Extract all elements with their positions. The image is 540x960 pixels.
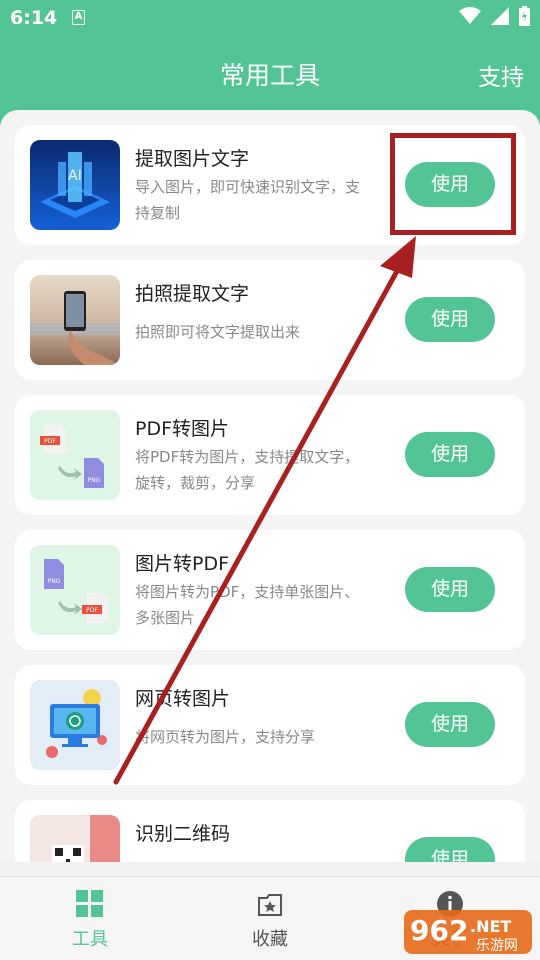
grid-icon — [76, 890, 103, 917]
watermark-suffix: .NET — [470, 917, 511, 936]
star-folder-icon — [258, 894, 282, 916]
nav-favorites[interactable]: 收藏 — [215, 887, 325, 951]
watermark-number: 962 — [410, 914, 468, 947]
watermark-sub: 乐游网 — [476, 938, 518, 954]
annotation-arrow — [113, 236, 416, 785]
nav-label-tools: 工具 — [72, 929, 108, 950]
nav-label-favorites: 收藏 — [252, 929, 288, 950]
nav-tools[interactable]: 工具 — [35, 887, 145, 951]
site-watermark: 962 .NET 乐游网 — [402, 906, 536, 958]
